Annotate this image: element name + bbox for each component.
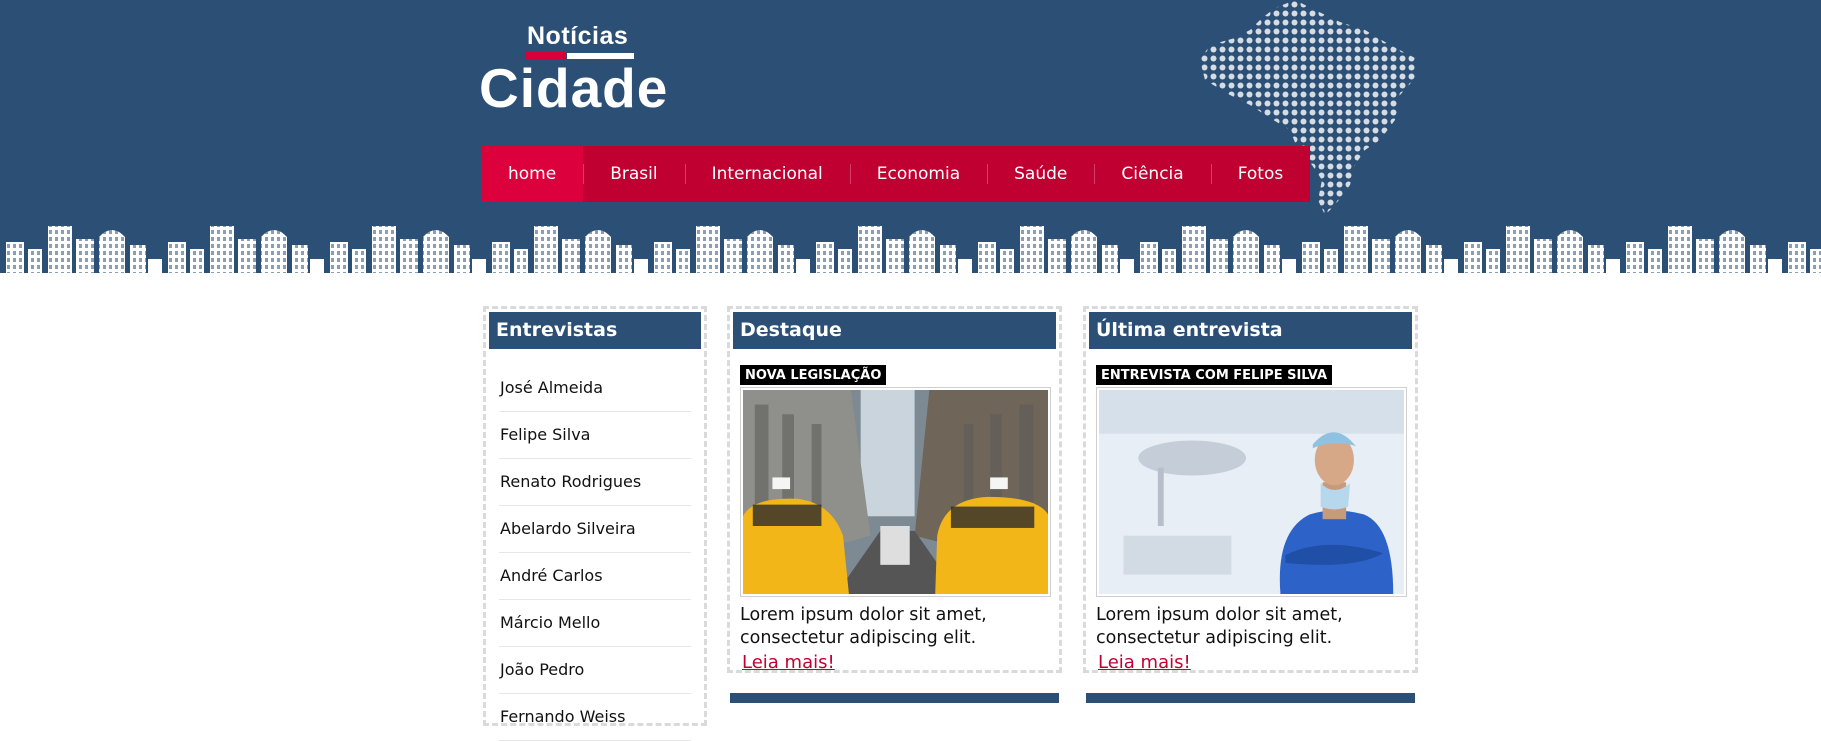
latest-interview-tag: ENTREVISTA COM FELIPE SILVA	[1096, 365, 1333, 385]
latest-interview-card: Última entrevista ENTREVISTA COM FELIPE …	[1083, 306, 1418, 673]
nav-home[interactable]: home	[481, 146, 584, 202]
latest-interview-read-more-link[interactable]: Leia mais!	[1098, 652, 1191, 673]
latest-interview-description: Lorem ipsum dolor sit amet, consectetur …	[1096, 605, 1343, 648]
doctor-photo[interactable]	[1096, 387, 1407, 597]
featured-description: Lorem ipsum dolor sit amet, consectetur …	[740, 605, 987, 648]
interview-link[interactable]: João Pedro	[499, 647, 691, 694]
nav-fotos[interactable]: Fotos	[1210, 146, 1311, 202]
nav-economia[interactable]: Economia	[849, 146, 987, 202]
latest-interview-title: Última entrevista	[1089, 312, 1412, 349]
interviews-sidebar: Entrevistas José Almeida Felipe Silva Re…	[483, 306, 707, 741]
interview-link[interactable]: Fernando Weiss	[499, 694, 691, 741]
featured-card: Destaque NOVA LEGISLAÇÃO Lorem ipsum dol…	[727, 306, 1062, 673]
nav-internacional[interactable]: Internacional	[684, 146, 850, 202]
interviews-title: Entrevistas	[489, 312, 701, 349]
main-nav: home Brasil Internacional Economia Saúde…	[481, 146, 1311, 202]
interview-link[interactable]: Márcio Mello	[499, 600, 691, 647]
next-card-header-strip	[1086, 693, 1415, 703]
logo-top-text: Notícias	[527, 22, 629, 50]
nav-brasil[interactable]: Brasil	[583, 146, 684, 202]
featured-title: Destaque	[733, 312, 1056, 349]
interview-link[interactable]: José Almeida	[499, 365, 691, 412]
taxi-street-photo[interactable]	[740, 387, 1051, 597]
featured-read-more-link[interactable]: Leia mais!	[742, 652, 835, 673]
city-skyline-decoration	[0, 215, 1821, 283]
site-header: Notícias Cidade home Brasil Internaciona…	[0, 0, 1821, 283]
interview-link[interactable]: Abelardo Silveira	[499, 506, 691, 553]
logo-main-text: Cidade	[479, 57, 669, 119]
next-card-header-strip	[730, 693, 1059, 703]
featured-tag: NOVA LEGISLAÇÃO	[740, 365, 887, 385]
site-logo[interactable]: Notícias Cidade	[479, 22, 679, 119]
interview-link[interactable]: Felipe Silva	[499, 412, 691, 459]
nav-ciencia[interactable]: Ciência	[1094, 146, 1210, 202]
interview-link[interactable]: André Carlos	[499, 553, 691, 600]
interview-link[interactable]: Renato Rodrigues	[499, 459, 691, 506]
nav-saude[interactable]: Saúde	[987, 146, 1094, 202]
interviews-list: José Almeida Felipe Silva Renato Rodrigu…	[489, 365, 701, 741]
